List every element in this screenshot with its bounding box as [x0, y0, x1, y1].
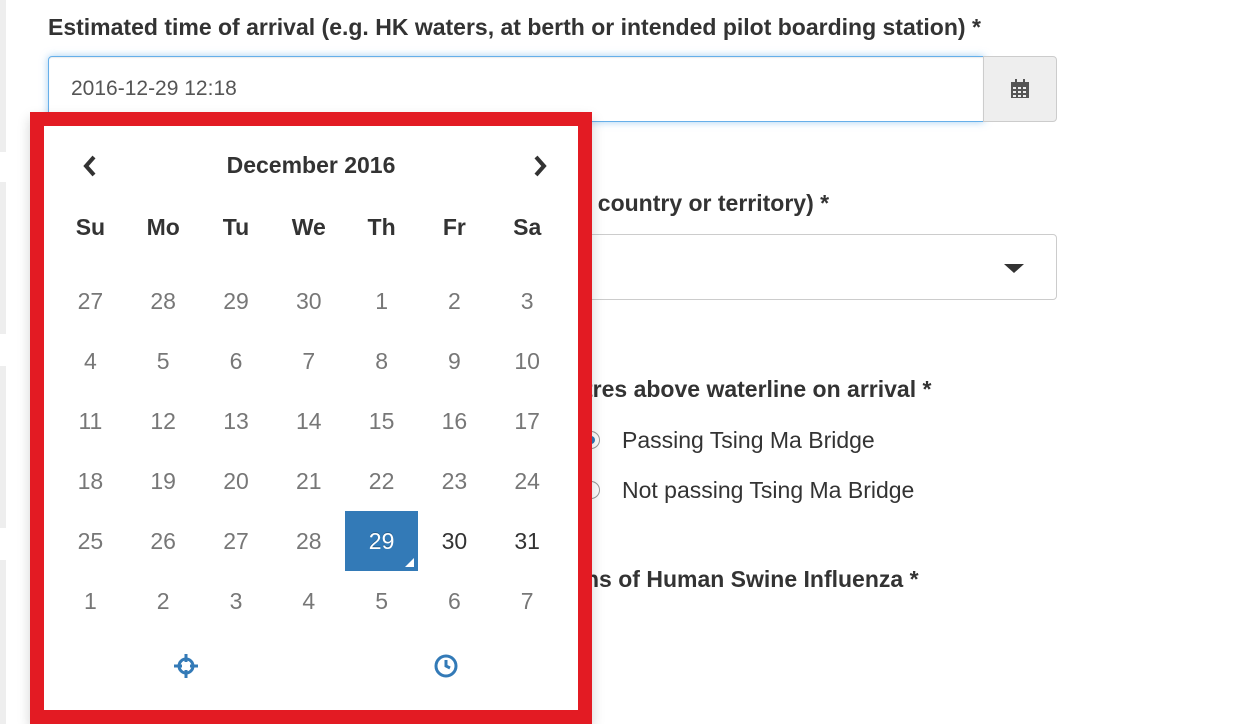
today-button[interactable] [166, 646, 206, 686]
day-cell[interactable]: 22 [345, 451, 418, 511]
day-cell[interactable]: 3 [491, 271, 564, 331]
datepicker-header: December 2016 [44, 126, 578, 186]
calendar-toggle-button[interactable] [983, 56, 1057, 122]
next-month-button[interactable] [520, 146, 560, 186]
weekday-label: Mo [146, 214, 180, 240]
day-cell[interactable]: 2 [418, 271, 491, 331]
day-cell[interactable]: 13 [200, 391, 273, 451]
day-cell[interactable]: 14 [272, 391, 345, 451]
day-cell[interactable]: 20 [200, 451, 273, 511]
day-cell[interactable]: 4 [54, 331, 127, 391]
day-cell[interactable]: 17 [491, 391, 564, 451]
day-cell[interactable]: 2 [127, 571, 200, 631]
weekday-label: Th [367, 214, 396, 240]
day-cell[interactable]: 28 [127, 271, 200, 331]
weekday-label: Su [75, 214, 106, 240]
week-row: 11 12 13 14 15 16 17 [54, 391, 564, 451]
eta-label: Estimated time of arrival (e.g. HK water… [48, 14, 981, 40]
day-cell[interactable]: 8 [345, 331, 418, 391]
day-cell[interactable]: 11 [54, 391, 127, 451]
radio-not-passing-bridge[interactable]: Not passing Tsing Ma Bridge [582, 472, 914, 508]
week-row: 25 26 27 28 29 30 31 [54, 511, 564, 571]
country-select[interactable] [560, 234, 1057, 300]
height-label: tres above waterline on arrival * [585, 376, 932, 402]
clock-icon [434, 654, 458, 678]
week-row: 4 5 6 7 8 9 10 [54, 331, 564, 391]
day-cell[interactable]: 1 [345, 271, 418, 331]
radio-passing-bridge[interactable]: Passing Tsing Ma Bridge [582, 422, 875, 458]
day-cell[interactable]: 15 [345, 391, 418, 451]
day-cell[interactable]: 6 [200, 331, 273, 391]
form-section-rule [0, 560, 6, 724]
day-cell[interactable]: 24 [491, 451, 564, 511]
radio-label: Passing Tsing Ma Bridge [622, 426, 875, 453]
time-picker-button[interactable] [426, 646, 466, 686]
month-title[interactable]: December 2016 [44, 152, 578, 179]
day-cell[interactable]: 9 [418, 331, 491, 391]
day-cell[interactable]: 21 [272, 451, 345, 511]
weekday-label: Tu [222, 214, 250, 240]
form-section-rule [0, 182, 6, 334]
day-cell[interactable]: 5 [127, 331, 200, 391]
day-cell[interactable]: 23 [418, 451, 491, 511]
day-cell[interactable]: 16 [418, 391, 491, 451]
day-cell[interactable]: 28 [272, 511, 345, 571]
day-cell[interactable]: 30 [418, 511, 491, 571]
calendar-icon [1011, 79, 1029, 98]
day-cell[interactable]: 19 [127, 451, 200, 511]
day-cell[interactable]: 7 [272, 331, 345, 391]
day-cell[interactable]: 25 [54, 511, 127, 571]
influenza-label: ns of Human Swine Influenza * [585, 566, 919, 592]
weekday-label: We [291, 214, 326, 240]
day-cell[interactable]: 1 [54, 571, 127, 631]
day-cell[interactable]: 5 [345, 571, 418, 631]
form-section-rule [0, 366, 6, 528]
day-cell-selected[interactable]: 29 [345, 511, 418, 571]
week-row: 27 28 29 30 1 2 3 [54, 271, 564, 331]
weekday-label: Fr [442, 214, 466, 240]
weekday-label: Sa [513, 214, 542, 240]
week-row: 18 19 20 21 22 23 24 [54, 451, 564, 511]
chevron-right-icon [534, 155, 547, 177]
radio-label: Not passing Tsing Ma Bridge [622, 476, 915, 503]
day-cell[interactable]: 4 [272, 571, 345, 631]
week-row: 1 2 3 4 5 6 7 [54, 571, 564, 631]
day-cell[interactable]: 12 [127, 391, 200, 451]
datepicker-footer [44, 638, 578, 698]
day-cell[interactable]: 27 [200, 511, 273, 571]
country-label: l country or territory) * [585, 190, 830, 216]
weekday-header-row: Su Mo Tu We Th Fr Sa [54, 214, 564, 241]
day-cell[interactable]: 10 [491, 331, 564, 391]
day-cell[interactable]: 18 [54, 451, 127, 511]
day-cell[interactable]: 31 [491, 511, 564, 571]
day-cell[interactable]: 7 [491, 571, 564, 631]
crosshairs-icon [174, 654, 198, 678]
day-cell[interactable]: 27 [54, 271, 127, 331]
day-cell[interactable]: 6 [418, 571, 491, 631]
datepicker-popup: December 2016 Su Mo Tu We Th Fr Sa 27 28… [30, 112, 592, 724]
day-cell[interactable]: 29 [200, 271, 273, 331]
caret-down-icon [1004, 264, 1024, 273]
day-cell[interactable]: 3 [200, 571, 273, 631]
day-cell[interactable]: 30 [272, 271, 345, 331]
day-cell[interactable]: 26 [127, 511, 200, 571]
form-section-rule [0, 0, 6, 152]
